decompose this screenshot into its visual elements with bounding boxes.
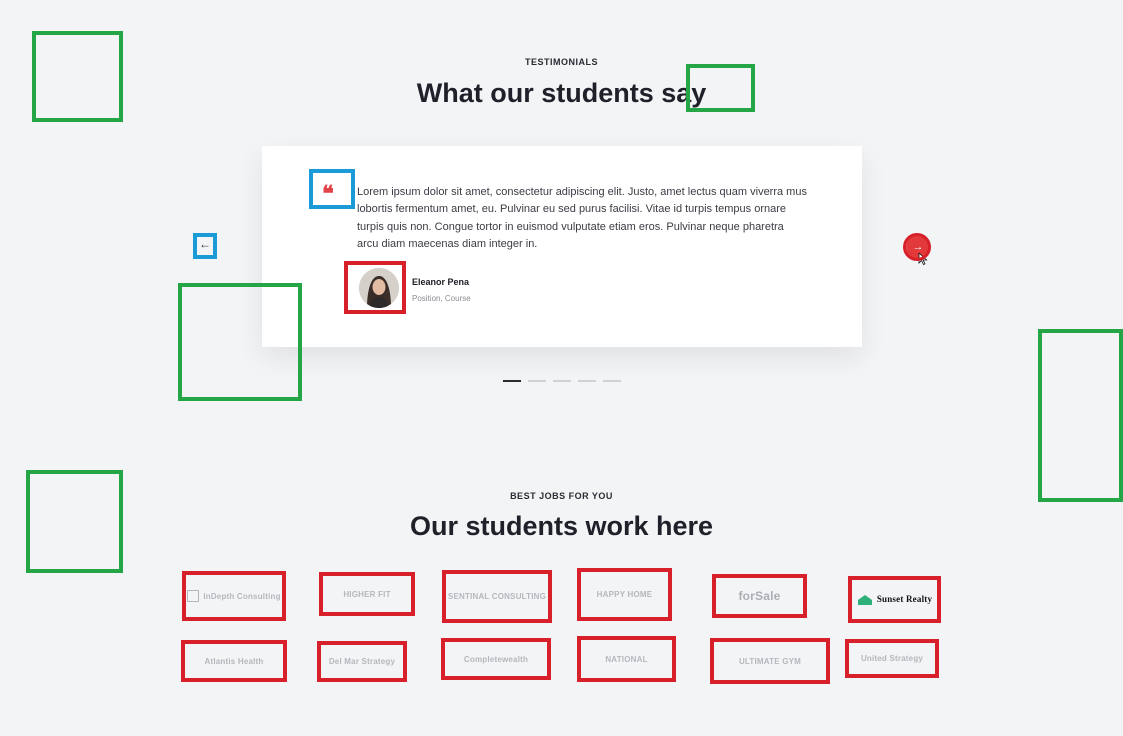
annotation-box-logo <box>848 576 941 623</box>
annotation-box-avatar <box>344 261 406 314</box>
annotation-box-decorative <box>1038 329 1123 502</box>
pagination-dot[interactable] <box>603 380 621 382</box>
annotation-box-next-arrow <box>903 233 931 261</box>
annotation-box-logo <box>442 570 552 623</box>
annotation-box-decorative <box>178 283 302 401</box>
pagination-dot[interactable] <box>578 380 596 382</box>
annotation-box-logo <box>181 640 287 682</box>
testimonial-quote: Lorem ipsum dolor sit amet, consectetur … <box>357 186 807 251</box>
author-role: Position, Course <box>412 294 471 303</box>
testimonials-eyebrow: TESTIMONIALS <box>525 57 598 67</box>
pagination-dot[interactable] <box>503 380 521 382</box>
pagination-dot[interactable] <box>553 380 571 382</box>
annotation-box-quote-icon <box>309 169 355 209</box>
pagination-dot[interactable] <box>528 380 546 382</box>
annotation-box-prev-arrow <box>193 233 217 259</box>
annotation-box-logo <box>577 568 672 621</box>
annotation-box-logo <box>317 641 407 682</box>
annotation-box-logo <box>577 636 676 682</box>
annotation-box-decorative <box>686 64 755 112</box>
jobs-heading: Our students work here <box>409 511 714 541</box>
annotation-box-logo <box>182 571 286 621</box>
annotation-box-logo <box>712 574 807 618</box>
testimonials-heading: What our students say <box>416 78 707 108</box>
annotation-box-logo <box>710 638 830 684</box>
annotation-box-logo <box>441 638 551 680</box>
author-name: Eleanor Pena <box>412 277 470 287</box>
annotation-box-decorative <box>26 470 123 573</box>
carousel-pagination <box>503 380 621 382</box>
annotation-box-logo <box>319 572 415 616</box>
jobs-eyebrow: BEST JOBS FOR YOU <box>510 491 613 501</box>
annotation-box-decorative <box>32 31 123 122</box>
annotation-box-logo <box>845 639 939 678</box>
